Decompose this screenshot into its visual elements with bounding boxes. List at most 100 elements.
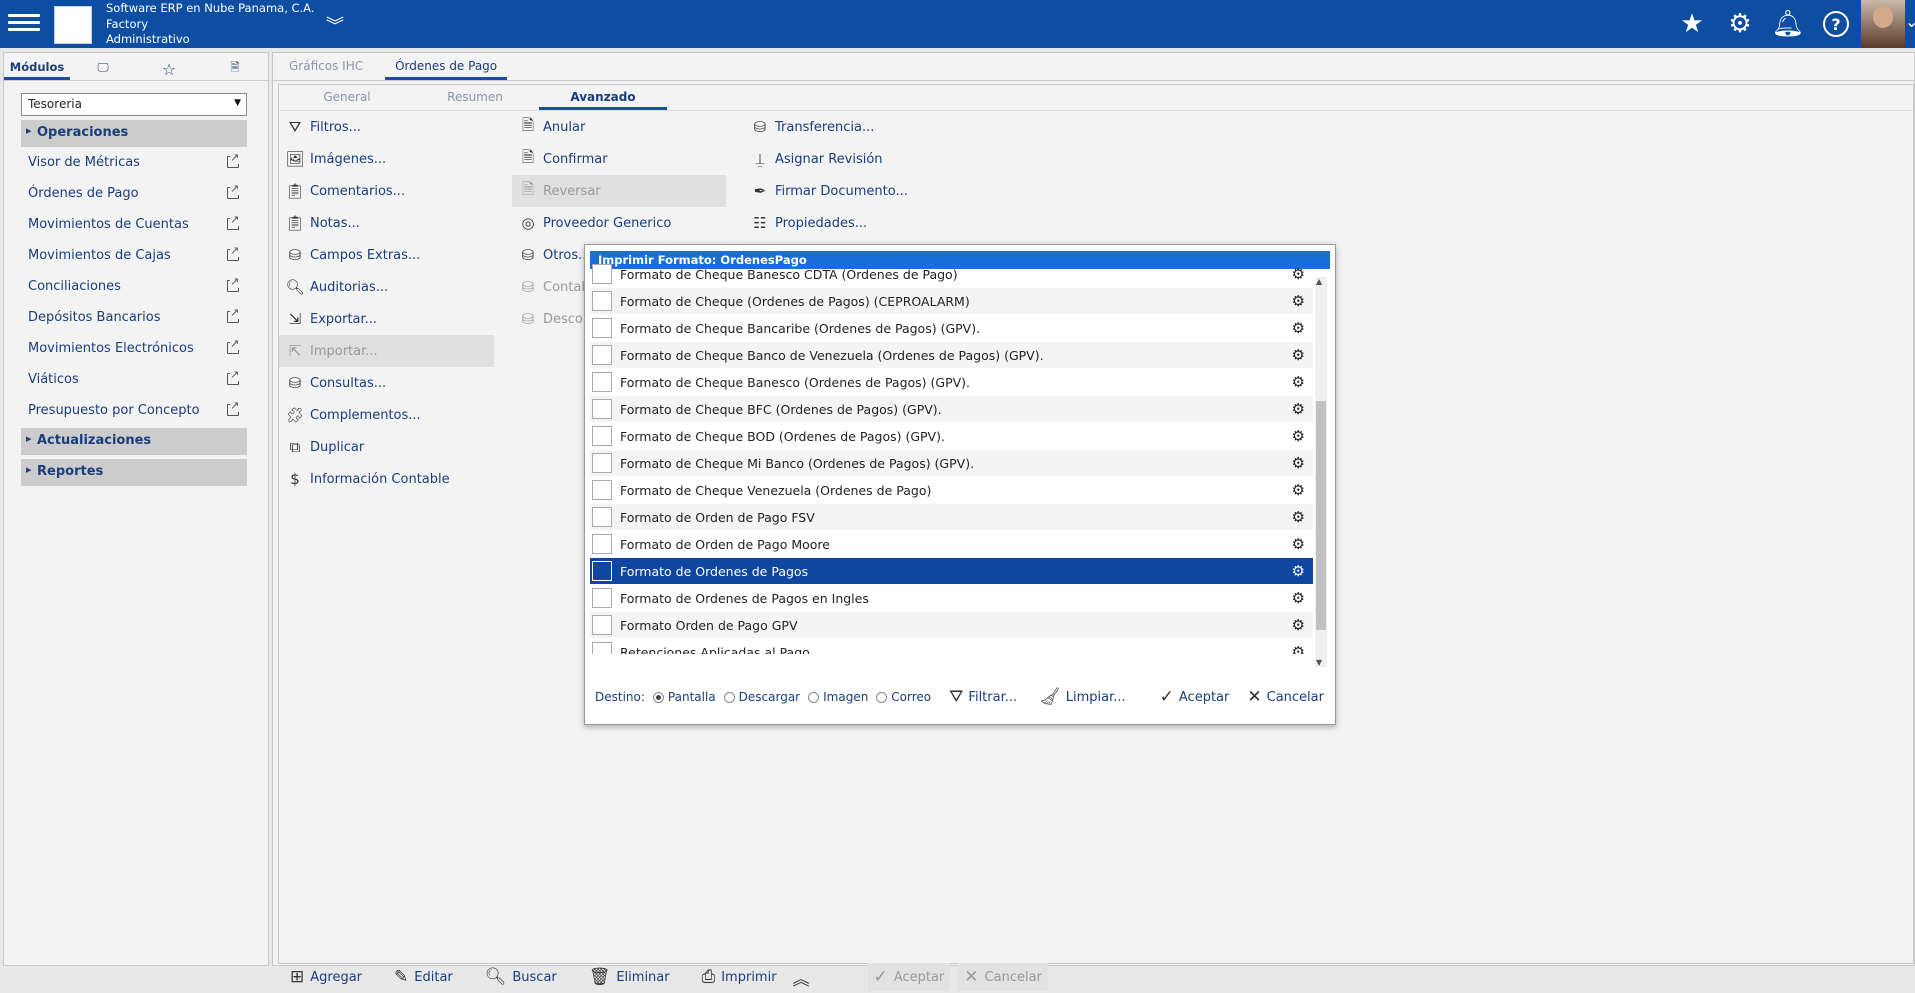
action-propiedades[interactable]: ☷ Propiedades... [744,207,944,239]
scrollbar[interactable]: ▲ ▼ [1315,277,1327,667]
action-duplicar[interactable]: ⧉ Duplicar [279,431,494,463]
bell-icon[interactable]: 🔔︎ [1771,8,1805,40]
tab-desktop[interactable]: 🖵︎ [70,53,136,80]
action-comentarios[interactable]: 📋︎ Comentarios... [279,175,494,207]
sidebar-item[interactable]: Conciliaciones [4,271,247,302]
sidebar-item[interactable]: Movimientos de Cajas [4,240,247,271]
star-icon[interactable]: ★ [1675,8,1709,40]
row-checkbox[interactable] [592,318,612,338]
action-auditorias[interactable]: 🔍︎ Auditorias... [279,271,494,303]
action-informacion-contable[interactable]: $ Información Contable [279,463,494,495]
sidebar-item[interactable]: Visor de Métricas [4,147,247,178]
row-checkbox[interactable] [592,561,612,581]
destino-descargar-radio[interactable]: Descargar [723,690,800,704]
section-reportes[interactable]: Reportes [21,459,247,486]
format-settings-icon[interactable]: ⚙ [1292,454,1305,472]
row-checkbox[interactable] [592,615,612,635]
agregar-button[interactable]: ⊞ Agregar [284,963,368,991]
external-link-icon[interactable] [227,337,240,354]
eliminar-button[interactable]: 🗑︎ Eliminar [583,963,676,991]
format-settings-icon[interactable]: ⚙ [1292,319,1305,337]
imprimir-button[interactable]: ⎙ Imprimir [696,963,783,991]
format-settings-icon[interactable]: ⚙ [1292,508,1305,526]
external-link-icon[interactable] [227,151,240,168]
buscar-button[interactable]: 🔍︎ Buscar [479,963,563,991]
action-filtros[interactable]: ⛛ Filtros... [279,111,494,143]
scroll-down-icon[interactable]: ▼ [1316,658,1322,667]
section-operaciones[interactable]: Operaciones [21,120,247,147]
limpiar-button[interactable]: 🧹︎ Limpiar... [1039,687,1126,707]
external-link-icon[interactable] [227,399,240,416]
list-item[interactable]: Retenciones Aplicadas al Pago ⚙ [590,639,1313,654]
subtab-avanzado[interactable]: Avanzado [539,85,667,110]
external-link-icon[interactable] [227,275,240,292]
aceptar-bottom-button[interactable]: ✓ Aceptar [867,963,951,991]
list-item[interactable]: Formato de Cheque Banesco CDTA (Ordenes … [590,261,1313,288]
sidebar-item[interactable]: Depósitos Bancarios [4,302,247,333]
row-checkbox[interactable] [592,399,612,419]
external-link-icon[interactable] [227,368,240,385]
format-settings-icon[interactable]: ⚙ [1292,265,1305,283]
list-item[interactable]: Formato de Orden de Pago FSV ⚙ [590,504,1313,531]
sidebar-item[interactable]: Movimientos Electrónicos [4,333,247,364]
row-checkbox[interactable] [592,345,612,365]
action-exportar[interactable]: ⇲ Exportar... [279,303,494,335]
format-settings-icon[interactable]: ⚙ [1292,562,1305,580]
module-select[interactable]: Tesoreria [21,93,247,116]
row-checkbox[interactable] [592,453,612,473]
destino-pantalla-radio[interactable]: Pantalla [652,690,716,704]
sidebar-item[interactable]: Presupuesto por Concepto [4,395,247,426]
row-checkbox[interactable] [592,291,612,311]
tab-favorites[interactable]: ☆ [136,53,202,80]
sidebar-item[interactable]: Órdenes de Pago [4,178,247,209]
scrollbar-thumb[interactable] [1316,401,1326,630]
action-campos-extras[interactable]: ⛁ Campos Extras... [279,239,494,271]
row-checkbox[interactable] [592,480,612,500]
expand-up-icon[interactable]: ︽ [787,963,822,991]
scroll-up-icon[interactable]: ▲ [1316,277,1322,286]
aceptar-button[interactable]: ✓ Aceptar [1160,687,1230,707]
hamburger-menu-icon[interactable] [8,10,40,38]
list-item[interactable]: Formato de Ordenes de Pagos en Ingles ⚙ [590,585,1313,612]
external-link-icon[interactable] [227,213,240,230]
format-settings-icon[interactable]: ⚙ [1292,400,1305,418]
avatar[interactable] [1861,0,1905,48]
format-settings-icon[interactable]: ⚙ [1292,589,1305,607]
list-item[interactable]: Formato Orden de Pago GPV ⚙ [590,612,1313,639]
chevron-down-icon[interactable]: ⌄ [1905,12,1915,31]
list-item[interactable]: Formato de Cheque Banco de Venezuela (Or… [590,342,1313,369]
format-settings-icon[interactable]: ⚙ [1292,535,1305,553]
action-firmar-documento[interactable]: ✒ Firmar Documento... [744,175,944,207]
double-chevron-down-icon[interactable]: ︾ [326,12,344,38]
row-checkbox[interactable] [592,507,612,527]
action-notas[interactable]: 📋︎ Notas... [279,207,494,239]
help-icon[interactable]: ? [1819,8,1853,40]
list-item[interactable]: Formato de Cheque Mi Banco (Ordenes de P… [590,450,1313,477]
row-checkbox[interactable] [592,588,612,608]
external-link-icon[interactable] [227,306,240,323]
list-item[interactable]: Formato de Cheque BOD (Ordenes de Pagos)… [590,423,1313,450]
format-settings-icon[interactable]: ⚙ [1292,616,1305,634]
row-checkbox[interactable] [592,534,612,554]
action-reversar[interactable]: 🗎︎ Reversar [512,175,726,207]
action-complementos[interactable]: 🧩︎ Complementos... [279,399,494,431]
tab-modulos[interactable]: Módulos [4,53,70,80]
section-actualizaciones[interactable]: Actualizaciones [21,428,247,455]
action-proveedor-generico[interactable]: ◎ Proveedor Generico [512,207,726,239]
gear-icon[interactable]: ⚙ [1723,8,1757,40]
list-item[interactable]: Formato de Orden de Pago Moore ⚙ [590,531,1313,558]
tab-ordenes-de-pago[interactable]: Órdenes de Pago [385,53,508,80]
format-settings-icon[interactable]: ⚙ [1292,427,1305,445]
tab-notes[interactable]: 🗎︎ [202,53,268,80]
tab-graficos-ihc[interactable]: Gráficos IHC [279,53,373,80]
subtab-general[interactable]: General [283,85,411,110]
subtab-resumen[interactable]: Resumen [411,85,539,110]
external-link-icon[interactable] [227,182,240,199]
format-settings-icon[interactable]: ⚙ [1292,292,1305,310]
format-settings-icon[interactable]: ⚙ [1292,373,1305,391]
action-asignar-revision[interactable]: ⍊ Asignar Revisión [744,143,944,175]
sidebar-item[interactable]: Movimientos de Cuentas [4,209,247,240]
action-transferencia[interactable]: ⛁ Transferencia... [744,111,944,143]
action-imagenes[interactable]: 🖼︎ Imágenes... [279,143,494,175]
destino-correo-radio[interactable]: Correo [876,690,931,704]
